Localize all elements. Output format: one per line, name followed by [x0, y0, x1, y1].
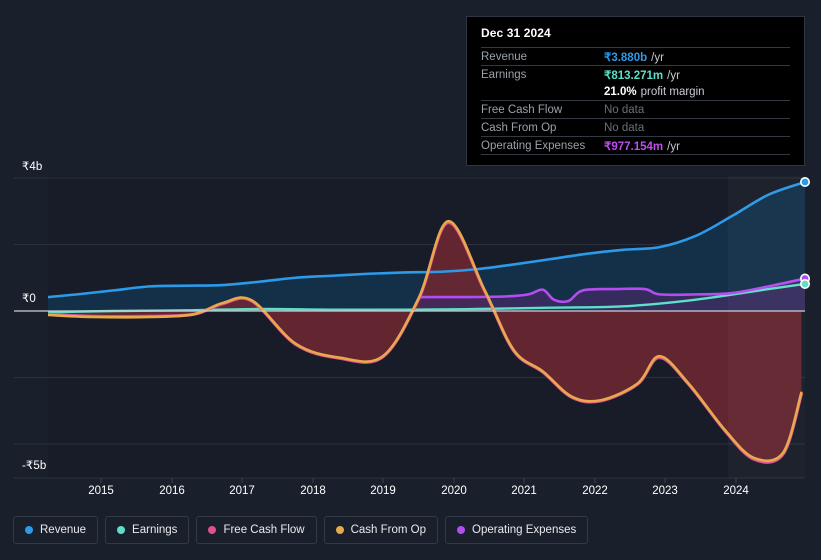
tooltip-amount: ₹3.880b: [604, 51, 648, 64]
tooltip-row-value: ₹3.880b/yr: [604, 50, 664, 64]
tooltip-rows: Revenue ₹3.880b/yr Earnings ₹813.271m/yr 21.…: [481, 47, 790, 154]
tooltip-profit-margin-label: profit margin: [640, 85, 705, 98]
legend-item-label: Revenue: [40, 524, 87, 536]
tooltip-no-data: No data: [604, 121, 645, 134]
legend-color-dot-icon: [208, 526, 217, 534]
tooltip-amount-suffix: /yr: [651, 51, 664, 64]
x-axis-tick-label: 2024: [723, 485, 749, 497]
tooltip-row-value: No data: [604, 122, 644, 134]
x-axis-tick-label: 2020: [441, 485, 467, 497]
legend-color-dot-icon: [457, 526, 466, 534]
tooltip-amount: ₹977.154m: [604, 140, 664, 153]
tooltip-row: Cash From Op No data: [481, 118, 790, 136]
tooltip-row-label: Operating Expenses: [481, 139, 586, 152]
legend-item-free-cash-flow[interactable]: Free Cash Flow: [196, 516, 317, 544]
simplywallst-financials-chart: ₹4b ₹0 -₹5b 2015 2016 2017 2018 2019 2020 2021 20…: [0, 0, 821, 560]
tooltip-amount: ₹813.271m: [604, 69, 664, 82]
legend-item-label: Earnings: [132, 524, 178, 536]
y-axis-tick-label: -₹5b: [22, 460, 47, 472]
tooltip-amount-suffix: /yr: [667, 140, 680, 153]
y-axis-tick-label: ₹0: [22, 293, 36, 305]
chart-tooltip: Dec 31 2024 Revenue ₹3.880b/yr Earnings ₹81…: [466, 16, 805, 166]
tooltip-row-label: Revenue: [481, 50, 528, 63]
series-end-marker: [799, 176, 810, 187]
x-axis-tick-label: 2016: [159, 485, 185, 497]
y-axis-tick-label: ₹4b: [22, 161, 43, 173]
tooltip-row-value: 21.0% profit margin: [604, 86, 705, 98]
tooltip-no-data: No data: [604, 103, 645, 116]
tooltip-row-label: Free Cash Flow: [481, 103, 563, 116]
legend-color-dot-icon: [335, 526, 344, 534]
x-axis-tick-label: 2018: [300, 485, 326, 497]
tooltip-row: 21.0% profit margin: [481, 83, 790, 100]
legend-item-operating-expenses[interactable]: Operating Expenses: [445, 516, 589, 544]
tooltip-row-value: No data: [604, 104, 644, 116]
tooltip-profit-margin-value: 21.0%: [604, 85, 637, 98]
legend-color-dot-icon: [117, 526, 126, 534]
chart-legend: Revenue Earnings Free Cash Flow Cash From O…: [13, 516, 589, 544]
x-axis-tick-label: 2021: [511, 485, 537, 497]
x-axis-tick-label: 2017: [229, 485, 255, 497]
legend-item-cash-from-op[interactable]: Cash From Op: [323, 516, 439, 544]
x-axis-tick-label: 2023: [652, 485, 678, 497]
legend-item-earnings[interactable]: Earnings: [105, 516, 190, 544]
tooltip-row-value: ₹813.271m/yr: [604, 68, 680, 82]
tooltip-row: Free Cash Flow No data: [481, 100, 790, 118]
tooltip-row: Operating Expenses ₹977.154m/yr: [481, 136, 790, 154]
x-axis-tick-label: 2019: [370, 485, 396, 497]
legend-item-revenue[interactable]: Revenue: [13, 516, 99, 544]
tooltip-amount-suffix: /yr: [667, 69, 680, 82]
legend-item-label: Free Cash Flow: [223, 524, 305, 536]
legend-color-dot-icon: [25, 526, 33, 534]
tooltip-footer-divider: [481, 154, 790, 159]
tooltip-row-value: ₹977.154m/yr: [604, 139, 680, 153]
x-axis-tick-label: 2022: [582, 485, 608, 497]
legend-item-label: Cash From Op: [350, 524, 427, 536]
tooltip-date: Dec 31 2024: [481, 26, 551, 40]
tooltip-row-label: Earnings: [481, 68, 527, 81]
x-axis-tick-label: 2015: [88, 485, 114, 497]
legend-item-label: Operating Expenses: [472, 524, 577, 536]
tooltip-row: Revenue ₹3.880b/yr: [481, 47, 790, 65]
tooltip-row-label: Cash From Op: [481, 121, 557, 134]
series-end-marker: [799, 278, 810, 289]
tooltip-row: Earnings ₹813.271m/yr: [481, 65, 790, 83]
